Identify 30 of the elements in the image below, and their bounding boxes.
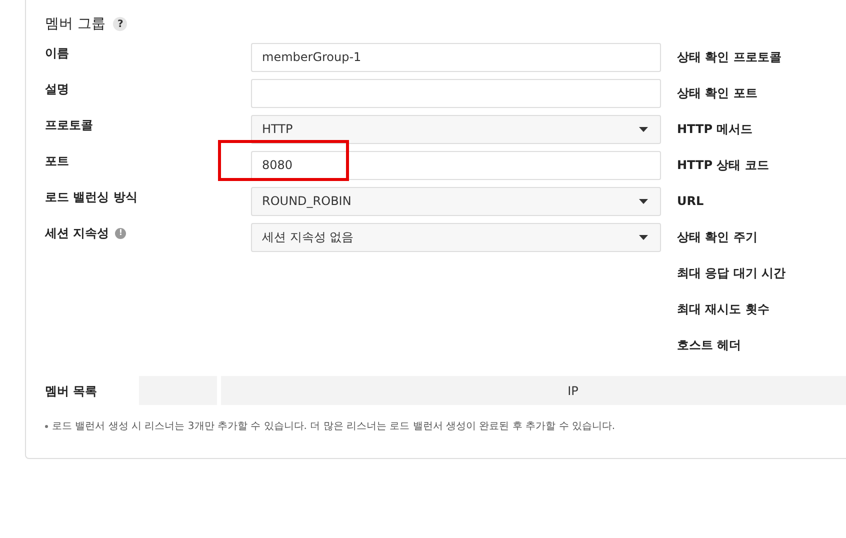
input-field[interactable] xyxy=(251,78,661,108)
caret-icon xyxy=(639,234,648,240)
field-label: HTTP 메서드 xyxy=(677,121,753,138)
caret-icon xyxy=(639,198,648,204)
field-label: 최대 재시도 횟수 xyxy=(677,301,770,318)
input-field[interactable]: 8080 xyxy=(251,150,661,180)
table-header-cell: IP xyxy=(221,376,846,405)
select-field[interactable]: ROUND_ROBIN xyxy=(251,186,661,216)
field-label: 상태 확인 주기 xyxy=(677,229,758,246)
field-label: 프로토콜 xyxy=(45,117,93,134)
input-field[interactable]: memberGroup-1 xyxy=(251,42,661,72)
field-label: 상태 확인 포트 xyxy=(677,85,758,102)
info-icon: ! xyxy=(115,228,126,238)
field-label: 상태 확인 프로토콜 xyxy=(677,49,782,66)
field-label: HTTP 상태 코드 xyxy=(677,157,769,174)
section-title: 멤버 그룹 xyxy=(45,14,106,34)
select-field[interactable]: 세션 지속성 없음 xyxy=(251,222,661,252)
field-label: 멤버 목록 xyxy=(45,382,98,400)
caret-icon xyxy=(639,126,648,132)
field-label: URL xyxy=(677,193,704,210)
field-label: 최대 응답 대기 시간 xyxy=(677,265,786,282)
note-text: 로드 밸런서 생성 시 리스너는 3개만 추가할 수 있습니다. 더 많은 리스너는 로드 밸런서 생성이 완료된 후 추가할 수 있습니다. xyxy=(45,419,846,434)
field-label: 설명 xyxy=(45,81,69,98)
field-label: 이름 xyxy=(45,45,69,62)
field-label: 로드 밸런싱 방식 xyxy=(45,189,138,206)
help-icon[interactable]: ? xyxy=(113,17,128,31)
field-label: 포트 xyxy=(45,153,69,170)
field-label: 세션 지속성 xyxy=(45,225,110,242)
select-field[interactable]: HTTP xyxy=(251,114,661,144)
field-label: 호스트 헤더 xyxy=(677,337,742,354)
